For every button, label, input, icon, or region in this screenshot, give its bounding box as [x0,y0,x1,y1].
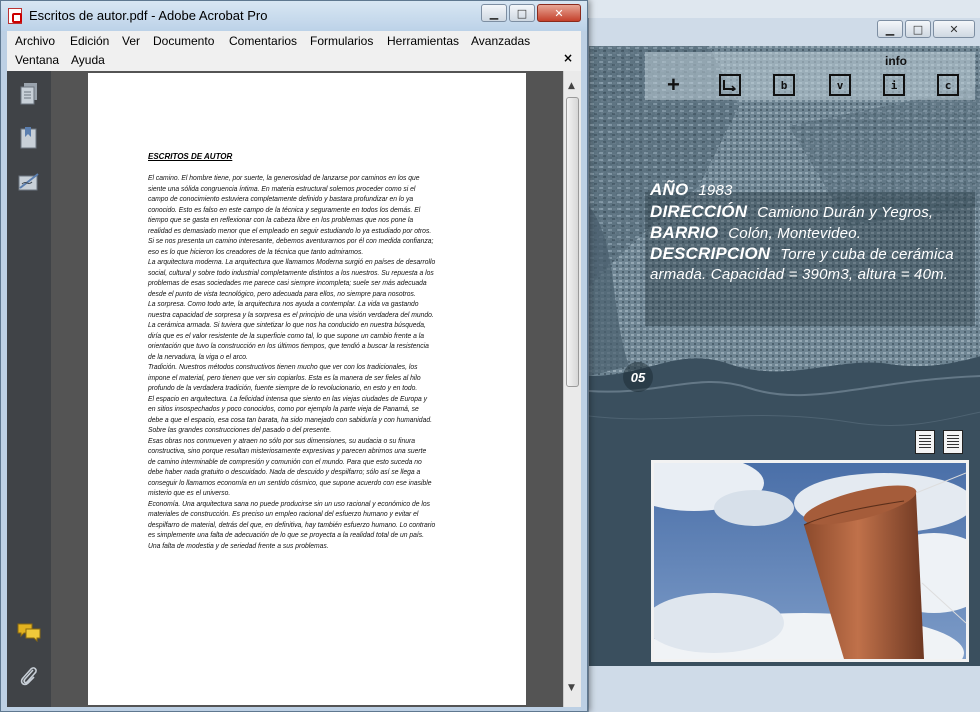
paragraph: La arquitectura moderna. La arquitectura… [148,257,436,298]
address-value: Camiono Durán y Yegros, [757,204,934,221]
maximize-button[interactable]: □ [509,4,535,22]
menu-ver[interactable]: Ver [122,34,140,48]
menu-ayuda[interactable]: Ayuda [71,53,105,67]
description-row: DESCRIPCION Torre y cuba de cerámica [650,244,954,264]
description-row-2: armada. Capacidad = 390m3, altura = 40m. [650,266,949,283]
menu-documento[interactable]: Documento [153,34,214,48]
viewer-window-controls: ▁ □ ✕ [877,20,975,38]
acrobat-window: Escritos de autor.pdf - Adobe Acrobat Pr… [0,0,588,712]
paragraph: Tradición. Nuestros métodos constructivo… [148,362,421,392]
map-toolbar [645,52,975,100]
barrio-row: BARRIO Colón, Montevideo. [650,223,861,243]
barrio-label: BARRIO [650,223,719,242]
viewer-minimize-button[interactable]: ▁ [877,20,903,38]
map-panel[interactable]: info + b v i c AÑO 1983 DIRECCIÓN Camiono … [589,46,980,666]
year-value: 1983 [698,182,733,199]
viewer-window-footer [589,666,980,712]
pdf-page[interactable]: ESCRITOS DE AUTOR El camino. El hombre t… [88,73,526,705]
description-value: Torre y cuba de cerámica [780,246,954,263]
tower-photo[interactable] [651,460,969,662]
record-number-badge[interactable]: 05 [623,362,653,392]
close-document-button[interactable]: × [563,51,573,65]
paragraph: Economía. Una arquitectura sana no puede… [148,498,436,550]
vertical-scrollbar[interactable]: ▲ ▼ [563,71,581,707]
add-button[interactable]: + [667,72,680,98]
comments-icon[interactable] [17,621,41,643]
document-viewer[interactable]: ESCRITOS DE AUTOR El camino. El hombre t… [51,71,563,707]
paragraph: La cerámica armada. Si tuviera que sinte… [148,320,429,361]
pages-icon[interactable] [17,83,41,105]
barrio-value: Colón, Montevideo. [728,225,862,242]
menu-comentarios[interactable]: Comentarios [229,34,297,48]
paragraph: El camino. El hombre tiene, por suerte, … [148,173,434,256]
menu-herramientas[interactable]: Herramientas [387,34,459,48]
year-row: AÑO 1983 [650,180,733,200]
address-label: DIRECCIÓN [650,202,748,221]
acrobat-window-controls: ▁ □ ✕ [481,4,581,22]
menu-archivo[interactable]: Archivo [15,34,55,48]
signatures-icon[interactable] [17,171,41,193]
year-label: AÑO [650,180,689,199]
viewer-close-button[interactable]: ✕ [933,20,975,38]
menu-edicion[interactable]: Edición [70,34,109,48]
paragraph: El espacio en arquitectura. La felicidad… [148,393,432,424]
pdf-app-icon [8,8,22,24]
scroll-up-icon[interactable]: ▲ [568,81,575,91]
window-title: Escritos de autor.pdf - Adobe Acrobat Pr… [29,8,268,23]
acrobat-titlebar[interactable]: Escritos de autor.pdf - Adobe Acrobat Pr… [1,1,587,31]
paragraph: Esas obras nos conmueven y atraen no sól… [148,435,432,498]
v-button[interactable]: v [829,74,851,96]
scroll-thumb[interactable] [566,97,579,387]
menu-ventana[interactable]: Ventana [15,53,59,67]
paragraph: La sorpresa. Como todo arte, la arquitec… [148,299,434,319]
info-label: info [885,54,907,68]
menu-formularios[interactable]: Formularios [310,34,373,48]
document-body: El camino. El hombre tiene, por suerte, … [148,173,436,551]
c-button[interactable]: c [937,74,959,96]
description-label: DESCRIPCION [650,244,771,263]
b-button[interactable]: b [773,74,795,96]
close-button[interactable]: ✕ [537,4,581,22]
menu-avanzadas[interactable]: Avanzadas [471,34,530,48]
document-icon[interactable] [915,430,935,454]
navigation-pane [7,71,51,707]
bookmarks-icon[interactable] [17,127,41,149]
scroll-down-icon[interactable]: ▼ [568,683,575,693]
minimize-button[interactable]: ▁ [481,4,507,22]
viewer-maximize-button[interactable]: □ [905,20,931,38]
document-title: ESCRITOS DE AUTOR [148,152,233,161]
info-button[interactable]: i [883,74,905,96]
attachments-icon[interactable] [17,665,41,687]
address-row: DIRECCIÓN Camiono Durán y Yegros, [650,202,933,222]
document-icon-2[interactable] [943,430,963,454]
export-icon[interactable] [719,74,741,96]
paragraph: Sobre las grandes construcciones del pas… [148,425,332,434]
menu-bar: Archivo Edición Ver Documento Comentario… [7,31,581,71]
viewer-window: ▁ □ ✕ info + b v i c AÑO 1983 DIRECCIÓN … [588,18,980,712]
